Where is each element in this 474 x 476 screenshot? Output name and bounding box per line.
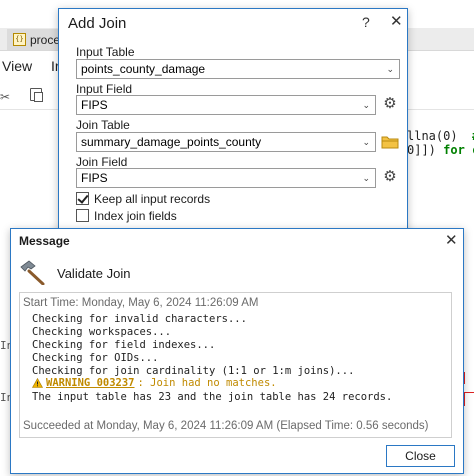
message-log: Start Time: Monday, May 6, 2024 11:26:09… <box>19 292 452 438</box>
code-line: llna(0) # <box>407 129 474 143</box>
hammer-icon <box>20 260 45 285</box>
warning-text: : Join had no matches. <box>137 377 277 389</box>
join-table-label: Join Table <box>76 118 130 132</box>
chevron-down-icon: ⌄ <box>362 137 370 147</box>
join-table-value: summary_damage_points_county <box>81 135 262 149</box>
join-field-value: FIPS <box>81 171 108 185</box>
log-line: Checking workspaces... <box>32 326 172 338</box>
gear-icon[interactable]: ⚙ <box>381 168 399 186</box>
input-field-dropdown[interactable]: FIPS ⌄ <box>76 95 376 115</box>
input-table-label: Input Table <box>76 45 135 59</box>
log-line: Checking for join cardinality (1:1 or 1:… <box>32 365 355 377</box>
index-join-fields-checkbox[interactable] <box>76 209 89 222</box>
menu-view[interactable]: View <box>2 58 32 74</box>
copy-icon[interactable] <box>30 88 43 102</box>
keep-all-records-checkbox[interactable] <box>76 192 89 205</box>
log-line: Checking for OIDs... <box>32 352 159 364</box>
keep-all-records-label: Keep all input records <box>94 192 211 206</box>
tab-label: proce <box>30 32 61 47</box>
folder-icon[interactable] <box>381 135 399 149</box>
gear-icon[interactable]: ⚙ <box>381 95 399 113</box>
code-line: 0]]) for c <box>407 143 474 157</box>
chevron-down-icon: ⌄ <box>386 64 394 74</box>
dialog-titlebar[interactable]: Add Join ? ✕ <box>59 9 407 37</box>
error-marker <box>463 372 474 384</box>
add-join-dialog: Add Join ? ✕ Input Table points_county_d… <box>58 8 408 238</box>
succeeded-time: Succeeded at Monday, May 6, 2024 11:26:0… <box>23 420 429 432</box>
warning-code-link[interactable]: WARNING 003237 <box>46 377 135 389</box>
warning-icon <box>32 378 43 388</box>
join-table-dropdown[interactable]: summary_damage_points_county ⌄ <box>76 132 376 152</box>
chevron-down-icon: ⌄ <box>362 100 370 110</box>
dialog-title: Add Join <box>68 15 127 32</box>
dialog-title: Message <box>19 234 70 248</box>
message-dialog: Message ✕ Validate Join Start Time: Mond… <box>10 228 464 474</box>
join-field-label: Join Field <box>76 155 128 169</box>
start-time: Start Time: Monday, May 6, 2024 11:26:09… <box>23 297 259 309</box>
input-table-value: points_county_damage <box>81 62 206 76</box>
tab-notebook[interactable]: {} proce <box>7 29 65 50</box>
cut-icon[interactable]: ✂ <box>0 90 10 104</box>
chevron-down-icon: ⌄ <box>362 173 370 183</box>
index-join-fields-label: Index join fields <box>94 209 177 223</box>
log-line: The input table has 23 and the join tabl… <box>32 391 393 403</box>
close-icon[interactable]: ✕ <box>390 12 403 30</box>
notebook-icon: {} <box>13 33 26 46</box>
message-heading: Validate Join <box>57 266 131 281</box>
input-field-label: Input Field <box>76 82 133 96</box>
input-table-dropdown[interactable]: points_county_damage ⌄ <box>76 59 400 79</box>
help-button[interactable]: ? <box>362 14 370 30</box>
error-marker <box>463 392 474 406</box>
input-field-value: FIPS <box>81 98 108 112</box>
warning-line: WARNING 003237: Join had no matches. <box>32 377 277 389</box>
close-button[interactable]: Close <box>386 445 455 467</box>
join-field-dropdown[interactable]: FIPS ⌄ <box>76 168 376 188</box>
close-icon[interactable]: ✕ <box>445 231 458 249</box>
log-line: Checking for field indexes... <box>32 339 216 351</box>
log-line: Checking for invalid characters... <box>32 313 247 325</box>
